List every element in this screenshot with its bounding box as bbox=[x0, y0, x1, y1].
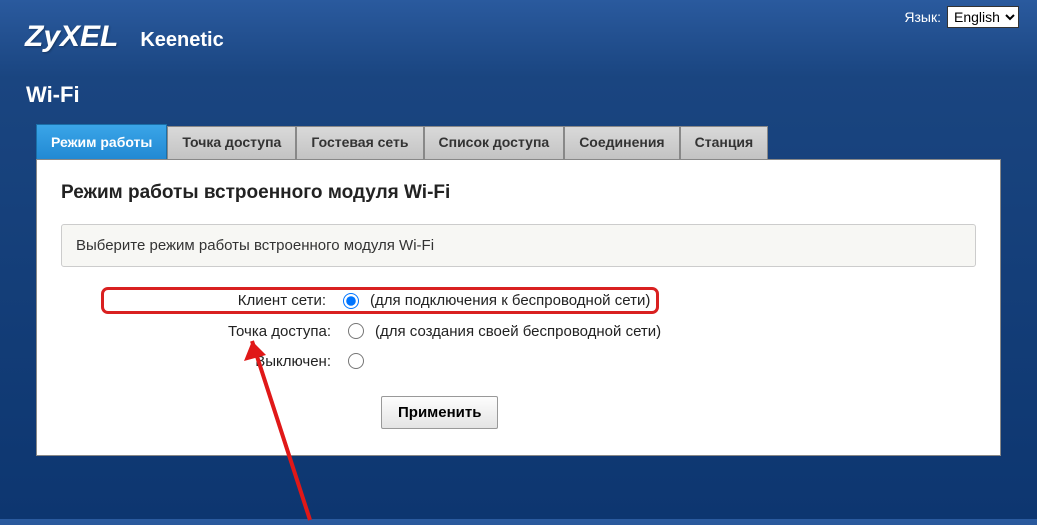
language-label: Язык: bbox=[904, 9, 941, 25]
option-label-ap: Точка доступа: bbox=[101, 323, 341, 340]
option-desc-client: (для подключения к беспроводной сети) bbox=[366, 292, 650, 309]
option-row-client: Клиент сети: (для подключения к беспрово… bbox=[101, 287, 976, 314]
product-name: Keenetic bbox=[140, 29, 223, 52]
option-row-ap: Точка доступа: (для создания своей беспр… bbox=[101, 318, 976, 344]
page-title: Wi-Fi bbox=[26, 82, 1037, 108]
tab-access-list[interactable]: Список доступа bbox=[424, 126, 565, 159]
tab-guest-network[interactable]: Гостевая сеть bbox=[296, 126, 423, 159]
option-label-client: Клиент сети: bbox=[106, 292, 336, 309]
radio-ap[interactable] bbox=[348, 323, 364, 339]
radio-off[interactable] bbox=[348, 353, 364, 369]
instruction-box: Выберите режим работы встроенного модуля… bbox=[61, 224, 976, 267]
header: ZyXEL Keenetic bbox=[0, 0, 1037, 54]
language-select[interactable]: English bbox=[947, 6, 1019, 28]
tab-bar: Режим работы Точка доступа Гостевая сеть… bbox=[36, 126, 1037, 159]
tab-station[interactable]: Станция bbox=[680, 126, 769, 159]
annotation-highlight: Клиент сети: (для подключения к беспрово… bbox=[101, 287, 659, 314]
radio-client[interactable] bbox=[343, 293, 359, 309]
tab-connections[interactable]: Соединения bbox=[564, 126, 679, 159]
tab-access-point[interactable]: Точка доступа bbox=[167, 126, 296, 159]
tab-mode[interactable]: Режим работы bbox=[36, 124, 167, 159]
language-bar: Язык: English bbox=[904, 6, 1019, 28]
apply-button[interactable]: Применить bbox=[381, 396, 498, 429]
mode-form: Клиент сети: (для подключения к беспрово… bbox=[101, 287, 976, 429]
option-row-off: Выключен: bbox=[101, 348, 976, 374]
brand-logo: ZyXEL bbox=[25, 20, 118, 54]
section-heading: Режим работы встроенного модуля Wi-Fi bbox=[61, 182, 976, 204]
option-desc-ap: (для создания своей беспроводной сети) bbox=[371, 323, 661, 340]
content-panel: Режим работы встроенного модуля Wi-Fi Вы… bbox=[36, 159, 1001, 456]
option-label-off: Выключен: bbox=[101, 353, 341, 370]
